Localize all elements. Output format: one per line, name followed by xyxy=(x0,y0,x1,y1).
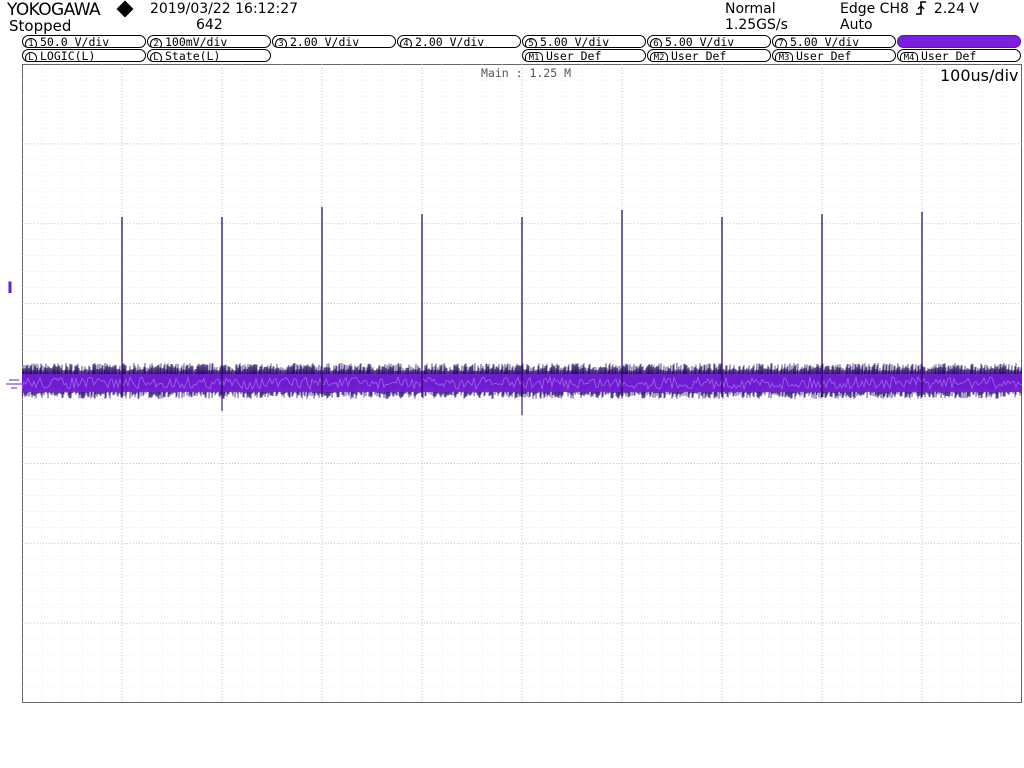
datetime: 2019/03/22 16:12:27 xyxy=(150,1,299,17)
logic-box-label: LOGIC(L) xyxy=(40,49,96,62)
graticule xyxy=(22,64,1022,703)
channel-box-number: 1 xyxy=(25,38,37,47)
logic-box-1[interactable]: L LOGIC(L) xyxy=(22,49,146,62)
logic-box-5[interactable]: M3 User Def xyxy=(772,49,896,62)
ground-marker-icon[interactable] xyxy=(6,377,22,391)
trigger-level: 2.24 V xyxy=(933,1,980,17)
trigger-mode: Auto xyxy=(840,17,873,33)
channel-box-number: 3 xyxy=(275,38,287,47)
channel-box-label: 5.00 V/div xyxy=(665,35,735,48)
channel-box-1[interactable]: 1 50.0 V/div xyxy=(22,35,146,48)
logic-box-2[interactable]: L State(L) xyxy=(147,49,271,62)
channel-box-label: 2.00 V/div xyxy=(415,35,485,48)
timebase-label: 100us/div xyxy=(940,66,1019,85)
logic-box-number: L xyxy=(25,52,37,61)
channel-box-4[interactable]: 4 2.00 V/div xyxy=(397,35,521,48)
trigger-level-marker-icon[interactable]: I xyxy=(7,278,13,297)
sample-rate: 1.25GS/s xyxy=(725,17,788,33)
logic-box-6[interactable]: M4 User Def xyxy=(897,49,1021,62)
acquisition-count: 642 xyxy=(196,17,223,33)
channel-box-number: 7 xyxy=(775,38,787,47)
logic-box-label: State(L) xyxy=(165,49,221,62)
rising-edge-icon xyxy=(916,1,927,15)
channel-box-3[interactable]: 3 2.00 V/div xyxy=(272,35,396,48)
channel-box-label: 50.0 V/div xyxy=(40,35,110,48)
logic-box-label: User Def xyxy=(546,49,602,62)
channel-box-6[interactable]: 6 5.00 V/div xyxy=(647,35,771,48)
logic-box-4[interactable]: M2 User Def xyxy=(647,49,771,62)
logic-box-label: User Def xyxy=(796,49,852,62)
channel-box-8[interactable]: 8 2.00 V/div xyxy=(897,35,1021,48)
logic-box-number: M4 xyxy=(900,52,918,61)
channel-box-label: 100mV/div xyxy=(165,35,228,48)
logic-box-label: User Def xyxy=(671,49,727,62)
channel-box-5[interactable]: 5 5.00 V/div xyxy=(522,35,646,48)
channel-box-label: 5.00 V/div xyxy=(790,35,860,48)
channel-box-label: 2.00 V/div xyxy=(290,35,360,48)
acquisition-status: Stopped xyxy=(9,17,72,35)
logic-box-label: User Def xyxy=(921,49,977,62)
channel-box-2[interactable]: 2 100mV/div xyxy=(147,35,271,48)
channel-box-label: 5.00 V/div xyxy=(540,35,610,48)
logic-box-number: L xyxy=(150,52,162,61)
logic-box-number: M1 xyxy=(525,52,543,61)
logic-box-number: M3 xyxy=(775,52,793,61)
record-length-label: Main : 1.25 M xyxy=(481,66,572,80)
channel-box-number: 4 xyxy=(400,38,412,47)
channel-box-label: 2.00 V/div xyxy=(915,35,985,48)
trigger-info[interactable]: Edge CH8 2.24 V xyxy=(840,1,979,18)
channel-box-number: 2 xyxy=(150,38,162,47)
trigger-source: Edge CH8 xyxy=(840,1,909,17)
channel-box-number: 8 xyxy=(900,38,912,47)
channel-box-number: 5 xyxy=(525,38,537,47)
logic-box-3[interactable]: M1 User Def xyxy=(522,49,646,62)
logic-box-number: M2 xyxy=(650,52,668,61)
acquisition-mode: Normal xyxy=(725,1,776,17)
channel-box-number: 6 xyxy=(650,38,662,47)
channel-box-7[interactable]: 7 5.00 V/div xyxy=(772,35,896,48)
